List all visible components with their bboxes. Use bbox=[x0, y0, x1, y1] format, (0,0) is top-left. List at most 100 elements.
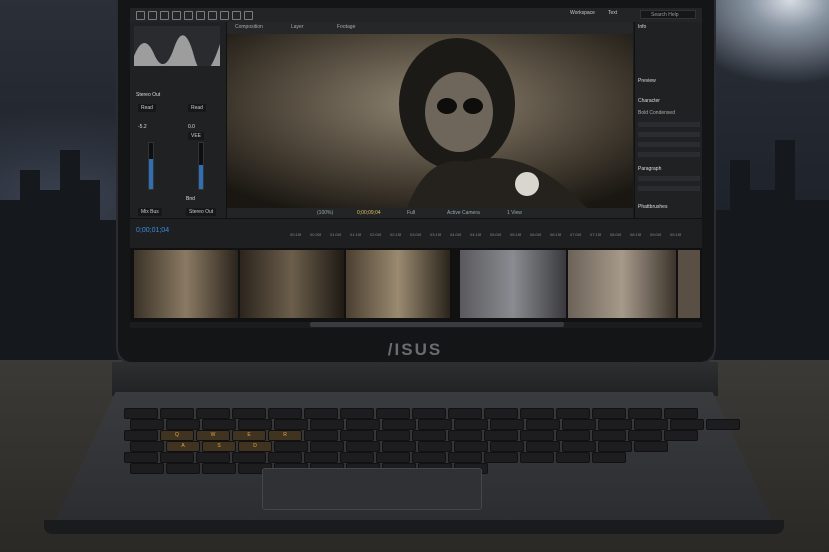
search-help-input[interactable]: Search Help bbox=[640, 10, 696, 19]
channel1-fader[interactable] bbox=[148, 142, 154, 190]
keyboard-key[interactable] bbox=[238, 419, 272, 430]
keyboard-key[interactable]: Q bbox=[160, 430, 194, 441]
keyboard-key[interactable] bbox=[592, 452, 626, 463]
keyboard-key[interactable] bbox=[634, 419, 668, 430]
composition-viewer[interactable] bbox=[227, 34, 633, 208]
keyboard-key[interactable] bbox=[124, 408, 158, 419]
keyboard-key[interactable] bbox=[340, 430, 374, 441]
keyboard-key[interactable] bbox=[130, 463, 164, 474]
keyboard-key[interactable] bbox=[382, 441, 416, 452]
keyboard-key[interactable] bbox=[304, 430, 338, 441]
current-time[interactable]: 0;00;09;04 bbox=[357, 210, 381, 216]
keyboard-key[interactable] bbox=[484, 452, 518, 463]
project-panel-title[interactable]: Phattbrushes bbox=[638, 204, 667, 210]
keyboard-key[interactable] bbox=[490, 419, 524, 430]
keyboard-key[interactable] bbox=[376, 408, 410, 419]
keyboard-key[interactable] bbox=[160, 408, 194, 419]
channel2-read-mode[interactable]: Read bbox=[188, 104, 206, 112]
keyboard-key[interactable]: R bbox=[268, 430, 302, 441]
keyboard-key[interactable] bbox=[166, 419, 200, 430]
keyboard-key[interactable] bbox=[340, 408, 374, 419]
channel1-bus[interactable]: Mix Bus bbox=[138, 208, 162, 216]
timeline-scrollbar[interactable] bbox=[310, 322, 564, 327]
keyboard-key[interactable] bbox=[304, 452, 338, 463]
keyboard-key[interactable] bbox=[520, 408, 554, 419]
keyboard-key[interactable] bbox=[412, 430, 446, 441]
keyboard-key[interactable] bbox=[484, 430, 518, 441]
keyboard-key[interactable] bbox=[556, 408, 590, 419]
touchpad[interactable] bbox=[262, 468, 482, 510]
tab-footage[interactable]: Footage bbox=[337, 24, 355, 30]
keyboard-key[interactable] bbox=[124, 430, 158, 441]
selection-tool-icon[interactable] bbox=[148, 11, 157, 20]
channel2-fader[interactable] bbox=[198, 142, 204, 190]
keyboard-key[interactable]: S bbox=[202, 441, 236, 452]
text-tool-icon[interactable] bbox=[220, 11, 229, 20]
keyboard-key[interactable] bbox=[130, 441, 164, 452]
hand-tool-icon[interactable] bbox=[160, 11, 169, 20]
keyboard-key[interactable] bbox=[448, 452, 482, 463]
keyboard-key[interactable] bbox=[706, 419, 740, 430]
brush-tool-icon[interactable] bbox=[232, 11, 241, 20]
channel1-read-mode[interactable]: Read bbox=[138, 104, 156, 112]
rotate-tool-icon[interactable] bbox=[184, 11, 193, 20]
keyboard-key[interactable] bbox=[232, 452, 266, 463]
info-panel-title[interactable]: Info bbox=[638, 24, 646, 30]
keyboard-key[interactable] bbox=[592, 430, 626, 441]
channel2-button[interactable]: VEE bbox=[188, 132, 205, 140]
channel2-bus[interactable]: Stereo Out bbox=[186, 208, 217, 216]
tab-layer[interactable]: Layer bbox=[291, 24, 304, 30]
character-panel-title[interactable]: Character bbox=[638, 98, 660, 104]
keyboard-key[interactable] bbox=[418, 419, 452, 430]
tab-composition[interactable]: Composition bbox=[235, 24, 263, 30]
keyboard-key[interactable] bbox=[202, 419, 236, 430]
keyboard-key[interactable] bbox=[664, 408, 698, 419]
keyboard-key[interactable] bbox=[232, 408, 266, 419]
views-dropdown[interactable]: 1 View bbox=[507, 210, 522, 216]
keyboard-key[interactable] bbox=[484, 408, 518, 419]
keyboard-key[interactable] bbox=[490, 441, 524, 452]
keyboard-key[interactable] bbox=[196, 408, 230, 419]
keyboard-key[interactable] bbox=[124, 452, 158, 463]
keyboard-key[interactable] bbox=[526, 441, 560, 452]
font-selector[interactable]: Bold Condensed bbox=[638, 110, 675, 116]
keyboard-key[interactable] bbox=[202, 463, 236, 474]
pen-tool-icon[interactable] bbox=[208, 11, 217, 20]
keyboard-key[interactable] bbox=[382, 419, 416, 430]
keyboard-key[interactable] bbox=[130, 419, 164, 430]
clip-thumbnail[interactable] bbox=[460, 250, 566, 318]
keyboard-key[interactable] bbox=[160, 452, 194, 463]
clip-thumbnail[interactable] bbox=[678, 250, 700, 318]
keyboard-key[interactable] bbox=[520, 430, 554, 441]
keyboard-key[interactable] bbox=[268, 452, 302, 463]
keyboard-key[interactable] bbox=[310, 441, 344, 452]
keyboard-key[interactable] bbox=[412, 408, 446, 419]
keyboard-key[interactable] bbox=[166, 463, 200, 474]
keyboard-key[interactable] bbox=[556, 452, 590, 463]
clip-thumbnail[interactable] bbox=[346, 250, 450, 318]
keyboard-key[interactable] bbox=[520, 452, 554, 463]
keyboard-key[interactable] bbox=[454, 441, 488, 452]
clip-thumbnail[interactable] bbox=[240, 250, 344, 318]
preview-panel-title[interactable]: Preview bbox=[638, 78, 656, 84]
clip-thumbnail[interactable] bbox=[134, 250, 238, 318]
font-size-field[interactable] bbox=[638, 122, 700, 127]
zoom-tool-icon[interactable] bbox=[172, 11, 181, 20]
zoom-dropdown[interactable]: (100%) bbox=[317, 210, 333, 216]
keyboard-key[interactable] bbox=[274, 419, 308, 430]
keyboard-key[interactable] bbox=[412, 452, 446, 463]
keyboard-key[interactable] bbox=[196, 452, 230, 463]
clip-thumbnail[interactable] bbox=[568, 250, 676, 318]
indent-fields[interactable] bbox=[638, 186, 700, 191]
keyboard-key[interactable] bbox=[376, 430, 410, 441]
camera-tool-icon[interactable] bbox=[196, 11, 205, 20]
keyboard-key[interactable] bbox=[628, 408, 662, 419]
keyboard-key[interactable] bbox=[418, 441, 452, 452]
timeline-ruler[interactable]: 00:15f 00:30f 01:00f 01:15f 02:00f 02:15f 03:0… bbox=[290, 232, 695, 238]
keyboard-key[interactable]: A bbox=[166, 441, 200, 452]
keyboard-key[interactable] bbox=[268, 408, 302, 419]
keyboard-key[interactable] bbox=[340, 452, 374, 463]
keyboard-key[interactable] bbox=[448, 430, 482, 441]
camera-dropdown[interactable]: Active Camera bbox=[447, 210, 480, 216]
keyboard-key[interactable] bbox=[304, 408, 338, 419]
